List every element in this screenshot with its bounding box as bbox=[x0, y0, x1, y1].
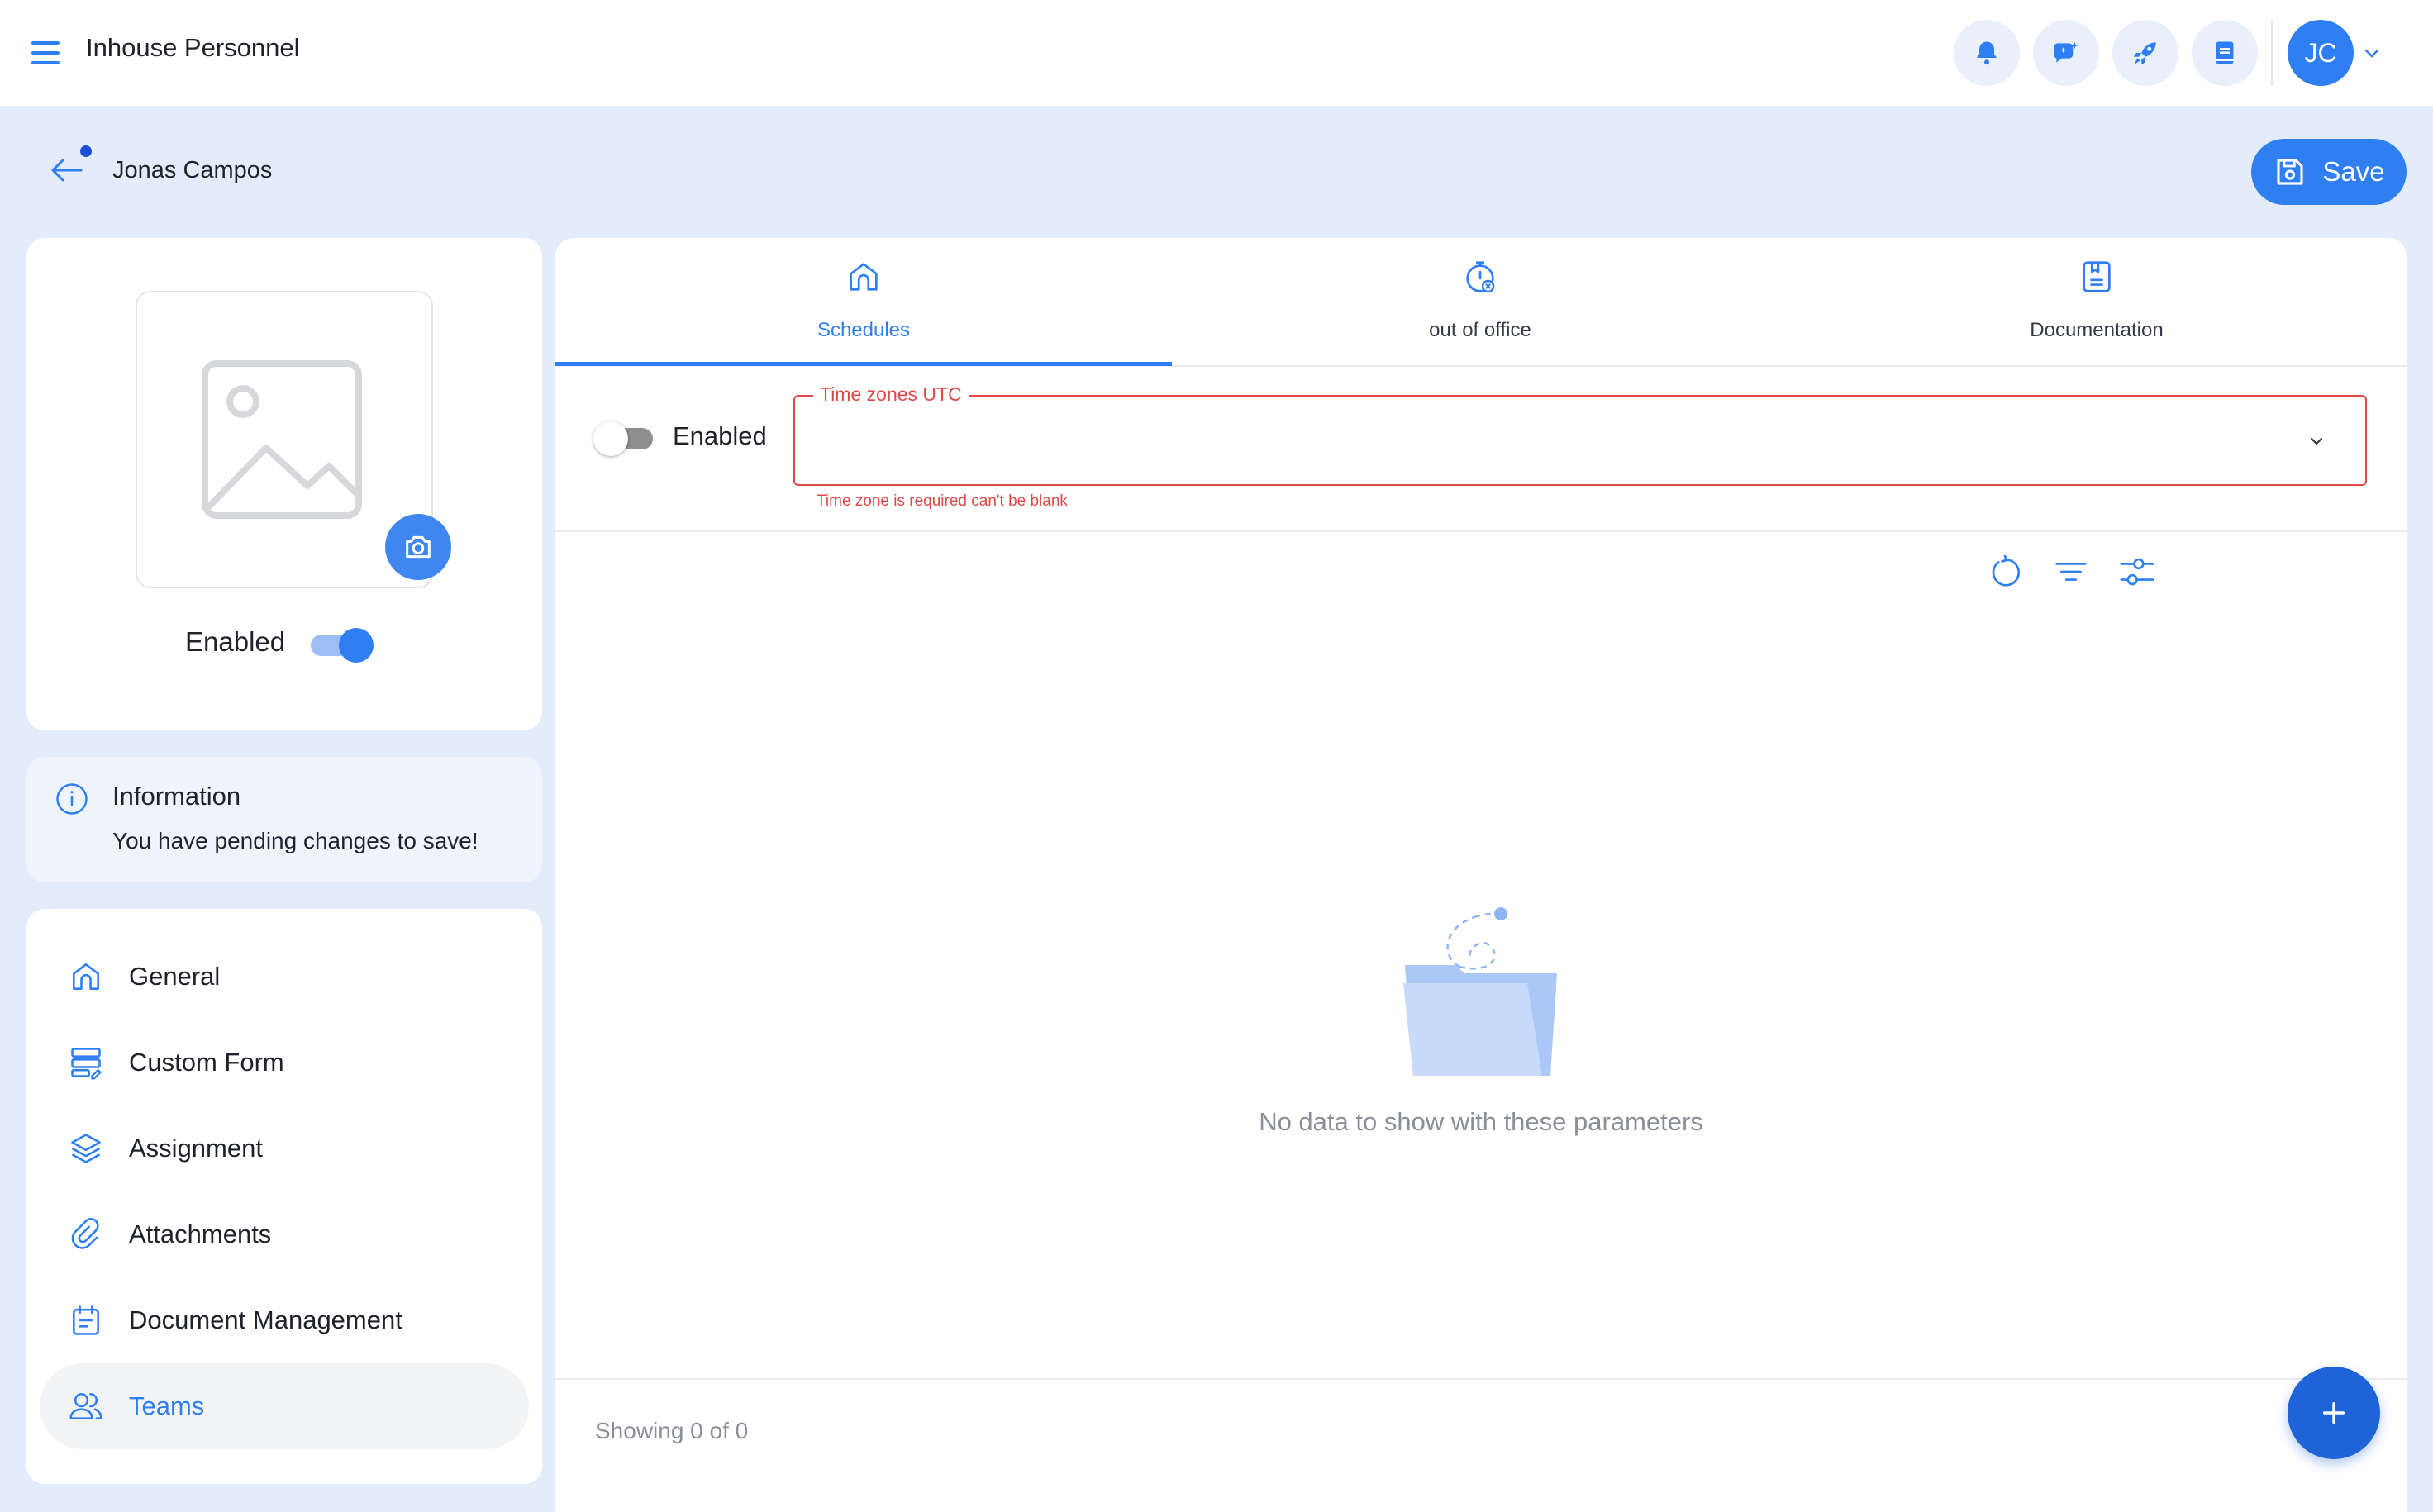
bell-icon bbox=[1977, 41, 1997, 65]
tab-schedules[interactable]: Schedules bbox=[555, 238, 1172, 367]
footer-divider bbox=[555, 1378, 2407, 1380]
chevron-down-icon[interactable] bbox=[2362, 45, 2382, 61]
filter-button[interactable] bbox=[2048, 549, 2094, 595]
save-button[interactable]: Save bbox=[2251, 139, 2407, 205]
add-schedule-button[interactable] bbox=[2288, 1367, 2380, 1459]
filter-row: Enabled Time zones UTC Time zone is requ… bbox=[555, 368, 2407, 532]
nav-item-label: Teams bbox=[129, 1391, 205, 1420]
nav-item-general[interactable]: General bbox=[40, 934, 529, 1020]
unsaved-indicator-dot bbox=[80, 145, 92, 157]
empty-folder-illustration bbox=[1403, 907, 1557, 1076]
rocket-icon bbox=[2133, 42, 2156, 65]
profile-enabled-toggle[interactable] bbox=[307, 623, 377, 666]
toggle-knob bbox=[339, 628, 374, 663]
calendar-doc-icon bbox=[73, 1305, 99, 1335]
nav-item-label: Attachments bbox=[129, 1220, 272, 1248]
users-icon bbox=[69, 1393, 102, 1419]
pagination-summary: Showing 0 of 0 bbox=[595, 1418, 749, 1443]
info-message: You have pending changes to save! bbox=[112, 828, 479, 853]
nav-item-document-management[interactable]: Document Management bbox=[40, 1277, 529, 1363]
tab-label: out of office bbox=[1429, 319, 1531, 341]
empty-state-message: No data to show with these parameters bbox=[1259, 1107, 1703, 1136]
notifications-button[interactable] bbox=[1954, 20, 2020, 86]
section-nav: General Custom Form Assignment Attachmen… bbox=[26, 909, 542, 1484]
nav-item-label: Assignment bbox=[129, 1134, 263, 1163]
app-title: Inhouse Personnel bbox=[86, 33, 300, 62]
chat-button[interactable] bbox=[2033, 20, 2099, 86]
home-icon bbox=[850, 263, 878, 291]
nav-item-label: General bbox=[129, 962, 221, 991]
nav-item-teams[interactable]: Teams bbox=[40, 1363, 529, 1449]
info-icon bbox=[56, 783, 88, 815]
camera-icon bbox=[406, 535, 431, 559]
hamburger-menu-icon[interactable] bbox=[28, 36, 64, 69]
chat-sparkle-icon bbox=[2053, 41, 2078, 63]
refresh-icon bbox=[1992, 554, 2021, 587]
home-icon bbox=[73, 963, 99, 990]
timezone-select-label: Time zones UTC bbox=[813, 383, 969, 406]
back-arrow-icon[interactable] bbox=[46, 154, 86, 187]
book-icon bbox=[2216, 41, 2234, 64]
tab-label: Schedules bbox=[817, 319, 911, 341]
sliders-icon bbox=[2120, 558, 2154, 586]
layers-icon bbox=[71, 1134, 101, 1163]
save-button-label: Save bbox=[2322, 156, 2385, 187]
tab-label: Documentation bbox=[2030, 319, 2164, 341]
save-icon bbox=[2277, 159, 2303, 185]
document-icon bbox=[2083, 261, 2111, 292]
schedule-enabled-label: Enabled bbox=[673, 421, 767, 450]
profile-enabled-label: Enabled bbox=[185, 626, 286, 657]
tab-out-of-office[interactable]: out of office bbox=[1172, 238, 1788, 367]
profile-card: Enabled bbox=[26, 238, 542, 730]
timezone-select[interactable]: Time zones UTC bbox=[793, 383, 2367, 486]
information-card: Information You have pending changes to … bbox=[26, 757, 542, 882]
tab-bar: Schedules out of office Documentation bbox=[555, 238, 2407, 367]
plus-icon bbox=[2322, 1401, 2345, 1424]
launch-button[interactable] bbox=[2112, 20, 2178, 86]
form-icon bbox=[71, 1048, 102, 1080]
person-name: Jonas Campos bbox=[112, 157, 273, 183]
nav-item-assignment[interactable]: Assignment bbox=[40, 1105, 529, 1191]
schedules-panel: Schedules out of office Documentation En… bbox=[555, 238, 2407, 1512]
paperclip-icon bbox=[71, 1217, 99, 1249]
timezone-error-message: Time zone is required can't be blank bbox=[817, 492, 1068, 510]
chevron-down-icon bbox=[2310, 437, 2323, 445]
toggle-knob bbox=[593, 421, 628, 456]
user-avatar[interactable]: JC bbox=[2288, 20, 2354, 86]
nav-item-label: Document Management bbox=[129, 1305, 402, 1334]
info-title: Information bbox=[112, 782, 241, 811]
nav-item-custom-form[interactable]: Custom Form bbox=[40, 1020, 529, 1105]
tab-documentation[interactable]: Documentation bbox=[1788, 238, 2405, 367]
upload-photo-button[interactable] bbox=[385, 514, 451, 580]
column-settings-button[interactable] bbox=[2114, 549, 2160, 595]
nav-item-attachments[interactable]: Attachments bbox=[40, 1191, 529, 1277]
top-bar-divider bbox=[2271, 20, 2273, 86]
active-tab-indicator bbox=[555, 362, 1172, 366]
filter-icon bbox=[2055, 563, 2087, 581]
nav-item-label: Custom Form bbox=[129, 1048, 284, 1077]
docs-button[interactable] bbox=[2192, 20, 2258, 86]
top-bar: Inhouse Personnel JC bbox=[0, 0, 2433, 106]
refresh-button[interactable] bbox=[1982, 549, 2028, 595]
schedule-enabled-toggle[interactable] bbox=[590, 416, 659, 459]
timer-icon bbox=[1466, 261, 1495, 293]
